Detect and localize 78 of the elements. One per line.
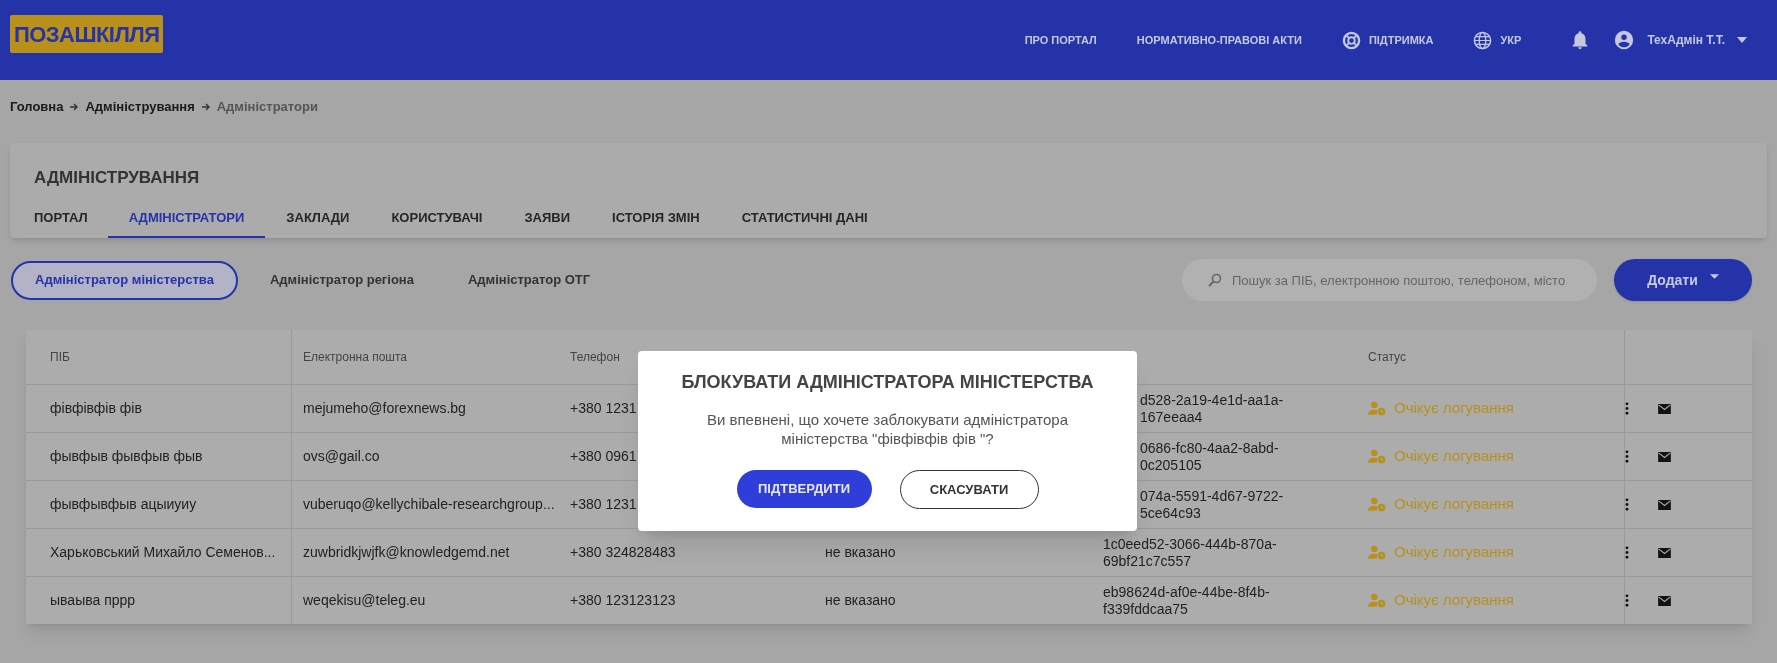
mail-icon[interactable]	[1658, 595, 1671, 606]
globe-icon	[1473, 30, 1493, 50]
section-title: АДМІНІСТРУВАННЯ	[34, 167, 201, 187]
table-cell-text: ываыва пррр	[50, 591, 136, 610]
table-cell-text: не вказано	[825, 543, 896, 562]
breadcrumb-link[interactable]: Головна	[10, 97, 64, 117]
table-cell-text: zuwbridkjwjfk@knowledgemd.net	[303, 543, 510, 562]
table-cell-text: фівфівфів фів	[50, 399, 142, 418]
table-cell-text: +380 1231	[570, 399, 637, 418]
pending-user-icon	[1368, 545, 1386, 560]
table-cell: 1c0eed52-3066-444b-870a- 69bf21c7c557	[1103, 535, 1277, 570]
table-cell-text: Харьковський Михайло Семенов...	[50, 543, 276, 562]
pending-user-icon	[1368, 401, 1386, 416]
mail-icon[interactable]	[1658, 499, 1671, 510]
tab[interactable]: КОРИСТУВАЧІ	[370, 200, 504, 238]
filter-tab[interactable]: Адміністратор ОТГ	[445, 260, 613, 300]
arrow-right-icon	[69, 102, 80, 112]
table-cell-text: mejumeho@forexnews.bg	[303, 399, 466, 418]
status-text: Очікує логування	[1394, 542, 1514, 563]
mail-icon[interactable]	[1658, 403, 1671, 414]
nav-link[interactable]: ПРО ПОРТАЛ	[1024, 31, 1097, 49]
breadcrumb-link[interactable]: Адміністрування	[85, 97, 195, 117]
support-link[interactable]: ПІДТРИМКА	[1341, 30, 1434, 50]
logo[interactable]: ПОЗАШКІЛЛЯ	[10, 15, 164, 53]
table-cell: 0686-fc80-4aa2-8abd- 0c205105	[1140, 439, 1279, 474]
table-cell-text: +380 1231	[570, 495, 637, 514]
pending-user-icon	[1368, 449, 1386, 464]
table-cell-text: weqekisu@teleg.eu	[303, 591, 426, 610]
table-cell: 074a-5591-4d67-9722- 5ce64c93	[1140, 487, 1284, 522]
tab[interactable]: ЗАКЛАДИ	[265, 200, 371, 238]
table-cell-text: ovs@gail.co	[303, 447, 380, 466]
more-options-icon[interactable]	[1625, 450, 1629, 463]
column-header: Електронна пошта	[303, 349, 407, 366]
add-button[interactable]: Додати	[1614, 259, 1752, 301]
confirm-button[interactable]: ПІДТВЕРДИТИ	[736, 470, 872, 508]
user-icon[interactable]	[1613, 29, 1636, 51]
filter-tab[interactable]: Адміністратор регіона	[247, 260, 436, 300]
more-options-icon[interactable]	[1625, 594, 1629, 607]
table-cell-text: +380 123123123	[570, 591, 676, 610]
status-text: Очікує логування	[1394, 398, 1514, 419]
mail-icon[interactable]	[1658, 547, 1671, 558]
pending-user-icon	[1368, 497, 1386, 512]
user-name[interactable]: ТехАдмін Т.Т.	[1647, 31, 1725, 49]
table-cell-text: +380 0961	[570, 447, 637, 466]
table-cell-text: фывфывфыв ацыиуиу	[50, 495, 197, 514]
table-cell-text: фывфыв фывфыв фыв	[50, 447, 203, 466]
table-cell: eb98624d-af0e-44be-8f4b- f339fddcaa75	[1103, 583, 1270, 618]
lifebuoy-icon	[1341, 30, 1361, 50]
caret-icon	[1709, 273, 1719, 279]
table-cell-text: не вказано	[825, 591, 896, 610]
status-text: Очікує логування	[1394, 494, 1514, 515]
search-field[interactable]: Пошук за ПІБ, електронною поштою, телефоном, місто	[1182, 259, 1597, 301]
status-text: Очікує логування	[1394, 446, 1514, 467]
tab[interactable]: ПОРТАЛ	[34, 200, 108, 238]
column-header: Статус	[1368, 349, 1406, 366]
search-icon	[1208, 273, 1222, 287]
column-header: Телефон	[570, 349, 620, 366]
table-cell-text: vuberuqo@kellychibale-researchgroup...	[303, 495, 555, 514]
more-options-icon[interactable]	[1625, 402, 1629, 415]
tab[interactable]: ІСТОРІЯ ЗМІН	[591, 200, 721, 238]
more-options-icon[interactable]	[1625, 546, 1629, 559]
table-cell-text: +380 324828483	[570, 543, 676, 562]
table-cell: d528-2a19-4e1d-aa1a- 167eeaa4	[1140, 391, 1284, 426]
more-options-icon[interactable]	[1625, 498, 1629, 511]
tab[interactable]: СТАТИСТИЧНІ ДАНІ	[720, 200, 889, 238]
arrow-right-icon	[200, 102, 211, 112]
mail-icon[interactable]	[1658, 451, 1671, 462]
tab[interactable]: АДМІНІСТРАТОРИ	[107, 200, 266, 238]
status-text: Очікує логування	[1394, 590, 1514, 611]
filter-tab[interactable]: Адміністратор міністерства	[11, 260, 238, 300]
language-menu[interactable]: УКР	[1473, 30, 1522, 50]
pending-user-icon	[1368, 593, 1386, 608]
nav-link[interactable]: НОРМАТИВНО-ПРАВОВІ АКТИ	[1136, 31, 1302, 49]
dialog-title: БЛОКУВАТИ АДМІНІСТРАТОРА МІНІСТЕРСТВА	[681, 371, 1094, 394]
tab[interactable]: ЗАЯВИ	[503, 200, 592, 238]
caret-icon[interactable]	[1737, 37, 1747, 43]
column-header: ПІБ	[50, 349, 70, 366]
dialog-message: Ви впевнені, що хочете заблокувати адміністратора міністерства "фівфівфів фів "?	[705, 410, 1070, 448]
